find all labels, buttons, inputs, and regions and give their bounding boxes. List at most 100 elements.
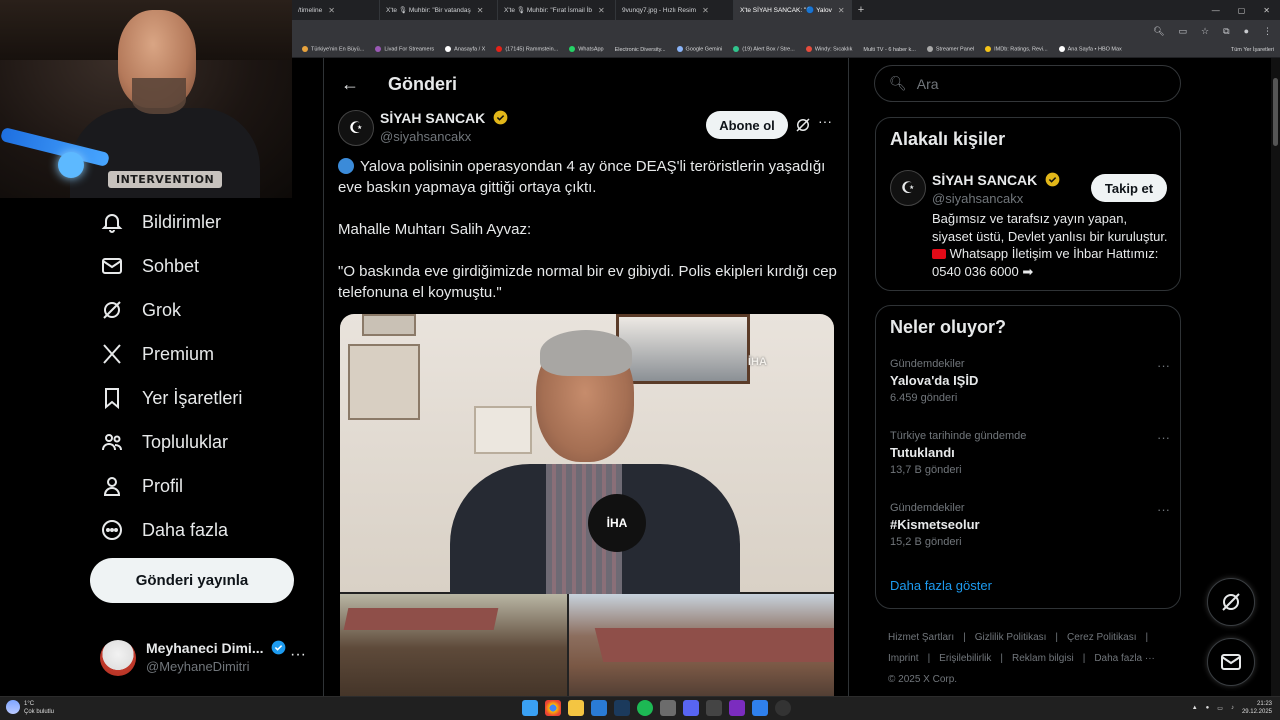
account-more-icon[interactable]: ···	[290, 646, 306, 664]
image-house-left[interactable]	[340, 594, 567, 696]
nav-item-profile[interactable]: Profil	[100, 474, 183, 498]
search-input[interactable]: Ara	[917, 76, 939, 92]
maximize-icon[interactable]: ▢	[1238, 6, 1246, 15]
footer-link[interactable]: Gizlilik Politikası	[975, 632, 1047, 643]
post-media[interactable]: İHA İHA	[340, 314, 834, 696]
bookmark-item[interactable]: Windy: Sıcaklık	[805, 46, 852, 53]
author-name-row[interactable]: SİYAH SANCAK	[380, 110, 508, 126]
all-bookmarks[interactable]: Tüm Yer İşaretleri	[1231, 47, 1280, 53]
page-scrollbar[interactable]	[1271, 58, 1280, 696]
close-tab-icon[interactable]: ✕	[838, 6, 845, 15]
discord-icon[interactable]	[683, 700, 699, 716]
bookmark-item[interactable]: Electronic Diversity...	[615, 47, 666, 53]
cast-icon[interactable]: ▭	[1179, 26, 1188, 37]
bookmark-item[interactable]: Livad For Streamers	[375, 46, 434, 53]
tray-chevron-icon[interactable]: ▲	[1192, 705, 1198, 711]
nav-item-more[interactable]: Daha fazla	[100, 518, 228, 542]
video-frame-interview[interactable]: İHA İHA	[340, 314, 834, 594]
app-icon[interactable]	[591, 700, 607, 716]
spotify-icon[interactable]	[637, 700, 653, 716]
minimize-icon[interactable]: —	[1212, 6, 1220, 15]
post-button[interactable]: Gönderi yayınla	[90, 558, 294, 603]
bookmark-item[interactable]: Google Gemini	[676, 46, 722, 53]
windows-start-icon[interactable]	[522, 700, 538, 716]
close-tab-icon[interactable]: ✕	[477, 6, 484, 15]
trend-topic: Yalova'da IŞİD	[890, 373, 979, 388]
trend-item[interactable]: Gündemdekiler Yalova'da IŞİD 6.459 gönde…	[890, 358, 1170, 404]
nav-item-premium[interactable]: Premium	[100, 342, 214, 366]
close-window-icon[interactable]: ✕	[1263, 6, 1270, 15]
star-icon[interactable]: ☆	[1201, 26, 1209, 37]
browser-tab[interactable]: X'te 🎙 Muhbir: "Fırat İsmail İb ✕	[498, 0, 616, 20]
footer-link[interactable]: Çerez Politikası	[1067, 632, 1136, 643]
grok-icon[interactable]	[794, 116, 812, 134]
browser-tab-active[interactable]: X'te SİYAH SANCAK: "🔵 Yalov ✕	[734, 0, 852, 20]
related-avatar[interactable]: ☪	[890, 170, 926, 206]
trend-item[interactable]: Gündemdekiler #Kismetseolur 15,2 B gönde…	[890, 502, 1170, 548]
back-arrow-icon[interactable]: ←	[324, 74, 376, 95]
bookmark-item[interactable]: Multi TV - 6 haber k...	[863, 47, 915, 53]
nav-item-bookmarks[interactable]: Yer İşaretleri	[100, 386, 242, 410]
author-avatar[interactable]: ☪	[338, 110, 374, 146]
nav-item-grok[interactable]: Grok	[100, 298, 181, 322]
nav-item-chat[interactable]: Sohbet	[100, 254, 199, 278]
footer-link[interactable]: Imprint	[888, 653, 919, 664]
scrollbar-thumb[interactable]	[1273, 78, 1278, 146]
steam-icon[interactable]	[614, 700, 630, 716]
bookmark-item[interactable]: Streamer Panel	[926, 46, 974, 53]
bookmark-item[interactable]: (17145) Rammstein...	[496, 46, 558, 53]
messages-fab-button[interactable]	[1207, 638, 1255, 686]
close-tab-icon[interactable]: ✕	[702, 6, 709, 15]
volume-icon[interactable]: ♪	[1231, 705, 1234, 711]
bookmark-item[interactable]: Türkiye'nin En Büyü...	[302, 46, 364, 53]
footer-link[interactable]: Daha fazla ···	[1094, 653, 1155, 664]
nav-item-communities[interactable]: Topluluklar	[100, 430, 228, 454]
network-icon[interactable]: ▭	[1217, 705, 1223, 712]
subscribe-button[interactable]: Abone ol	[706, 111, 788, 139]
footer-link[interactable]: Reklam bilgisi	[1012, 653, 1074, 664]
trend-more-icon[interactable]: ···	[1157, 358, 1170, 373]
microphone-tray-icon[interactable]: ●	[1206, 705, 1210, 711]
weather-widget[interactable]: 1°C Çok bulutlu	[6, 700, 54, 716]
search-box[interactable]: 🔍︎ Ara	[874, 65, 1181, 102]
file-explorer-icon[interactable]	[568, 700, 584, 716]
nav-item-notifications[interactable]: Bildirimler	[100, 210, 221, 234]
trend-more-icon[interactable]: ···	[1157, 430, 1170, 445]
close-tab-icon[interactable]: ✕	[598, 6, 605, 15]
related-name-row[interactable]: SİYAH SANCAK	[932, 172, 1060, 188]
bookmark-item[interactable]: (19) Alert Box / Stre...	[733, 46, 795, 53]
show-more-link[interactable]: Daha fazla göster	[890, 578, 992, 593]
obs-icon[interactable]	[775, 700, 791, 716]
app-icon[interactable]	[752, 700, 768, 716]
bookmark-item[interactable]: IMDb: Ratings, Revi...	[985, 46, 1048, 53]
app-icon[interactable]	[660, 700, 676, 716]
browser-menu-icon[interactable]: ⋮	[1263, 26, 1272, 37]
footer-link[interactable]: Erişilebilirlik	[939, 653, 991, 664]
new-tab-button[interactable]: +	[852, 4, 870, 16]
browser-tab[interactable]: 9vunqy7.jpg - Hızlı Resim ✕	[616, 0, 734, 20]
app-icon[interactable]	[706, 700, 722, 716]
bookmark-item[interactable]: Ana Sayfa • HBO Max	[1058, 46, 1122, 53]
extensions-icon[interactable]: ⧉	[1223, 26, 1229, 37]
footer-link[interactable]: Hizmet Şartları	[888, 632, 954, 643]
browser-tab[interactable]: /timeline ✕	[292, 0, 380, 20]
close-tab-icon[interactable]: ✕	[328, 6, 335, 15]
browser-tab[interactable]: X'te 🎙 Muhbir: "Bir vatandaş ✕	[380, 0, 498, 20]
bookmark-item[interactable]: WhatsApp	[569, 46, 604, 53]
chrome-icon[interactable]	[545, 700, 561, 716]
more-options-icon[interactable]: ···	[818, 113, 832, 129]
zoom-icon[interactable]: 🔍︎	[1153, 26, 1164, 37]
author-handle[interactable]: @siyahsancakx	[380, 129, 471, 144]
app-icon[interactable]	[729, 700, 745, 716]
clock[interactable]: 21:23 29.12.2025	[1242, 700, 1272, 716]
related-handle[interactable]: @siyahsancakx	[932, 191, 1023, 206]
image-house-right[interactable]	[569, 594, 834, 696]
trend-more-icon[interactable]: ···	[1157, 502, 1170, 517]
account-switcher[interactable]: Meyhaneci Dimi... @MeyhaneDimitri ···	[100, 638, 310, 678]
profile-icon[interactable]: ●	[1244, 26, 1249, 36]
bookmark-item[interactable]: Anasayfa / X	[445, 46, 485, 53]
grok-fab-button[interactable]	[1207, 578, 1255, 626]
trend-item[interactable]: Türkiye tarihinde gündemde Tutuklandı 13…	[890, 430, 1170, 476]
follow-button[interactable]: Takip et	[1091, 174, 1167, 202]
account-name-row: Meyhaneci Dimi...	[146, 640, 286, 656]
